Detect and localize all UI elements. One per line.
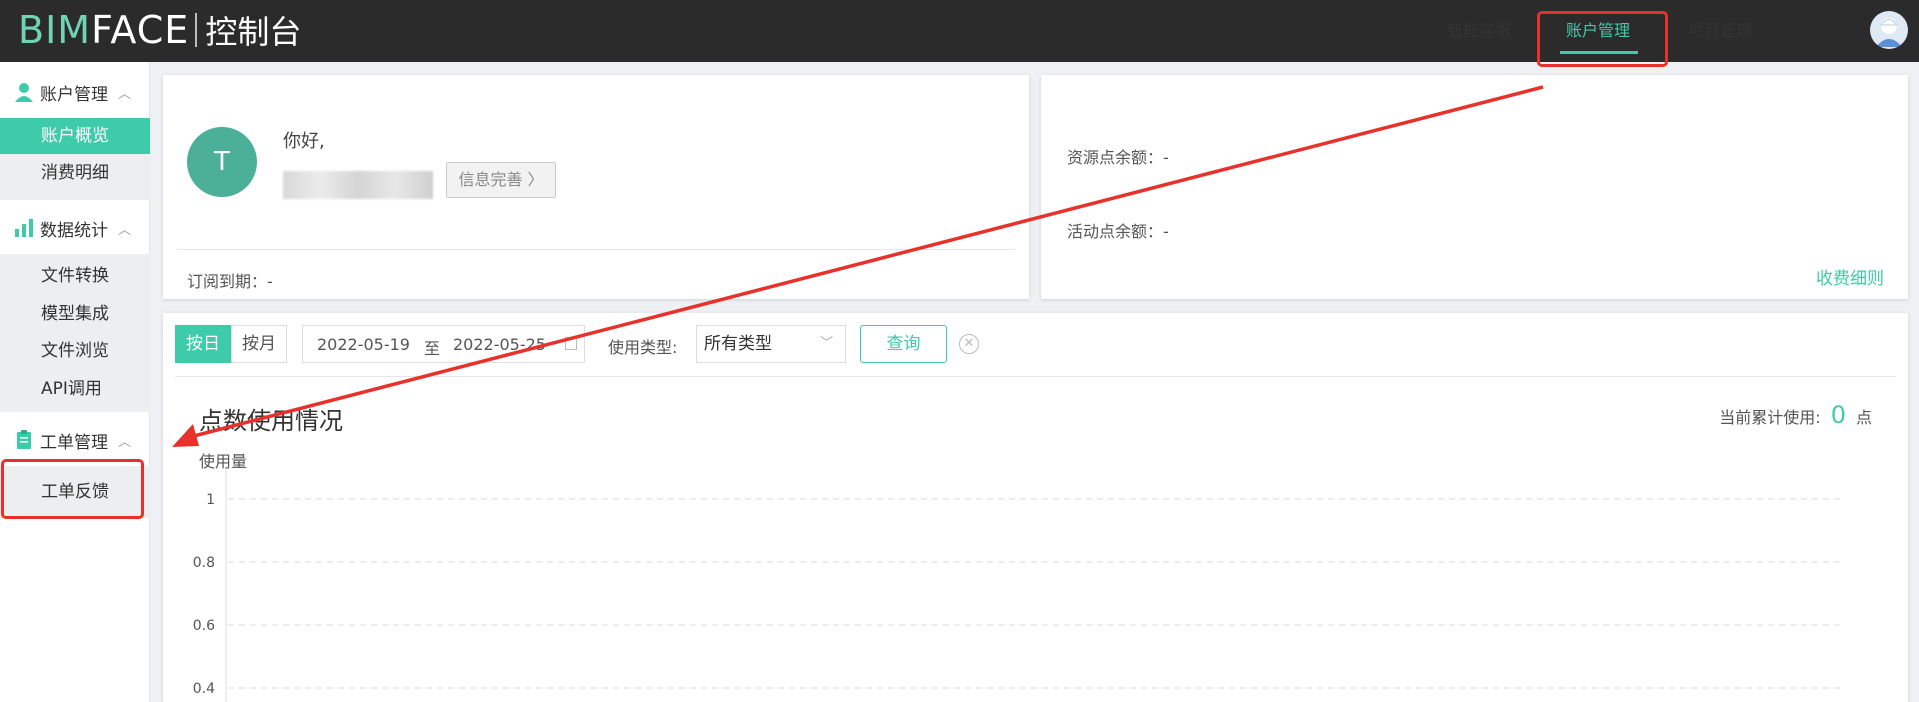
sidebar-item-consumption-detail[interactable]: 消费明细 [0, 155, 150, 191]
resource-balance-card: 资源点余额：- 活动点余额：- 收费细则 [1041, 75, 1908, 299]
sidebar-submenu-statistics: 文件转换 模型集成 文件浏览 API调用 [0, 254, 150, 412]
sidebar-item-api-call[interactable]: API调用 [0, 371, 150, 407]
logo-bim-text: BIM [18, 8, 92, 52]
logo-face-text: FACE [91, 8, 190, 52]
chevron-down-icon: ﹀ [819, 336, 833, 351]
sidebar-item-file-conversion[interactable]: 文件转换 [0, 258, 150, 294]
clear-icon[interactable]: ✕ [959, 334, 979, 354]
subscription-value: - [267, 272, 273, 291]
sidebar-group-label: 账户管理 [40, 84, 108, 105]
logo-divider [195, 13, 198, 47]
resource-balance-value: - [1163, 148, 1169, 167]
calendar-icon[interactable] [565, 337, 577, 350]
cumulative-usage-label: 当前累计使用: [1719, 408, 1821, 427]
subscription-expiry: 订阅到期：- [187, 268, 273, 292]
cumulative-usage-unit: 点 [1855, 408, 1872, 427]
nav-project-management[interactable]: 项目管理 [1688, 0, 1752, 62]
nav-smart-service[interactable]: 智能客服 [1447, 0, 1511, 62]
chevron-up-icon: ︿ [118, 86, 132, 102]
activity-balance: 活动点余额：- [1067, 218, 1169, 242]
activity-balance-value: - [1163, 222, 1169, 241]
activity-balance-label: 活动点余额： [1067, 222, 1164, 241]
date-range-separator: 至 [424, 339, 441, 358]
bimface-logo[interactable]: BIMFACE 控制台 [18, 8, 302, 52]
start-date[interactable]: 2022-05-19 [317, 335, 410, 354]
resource-balance: 资源点余额：- [1067, 144, 1169, 168]
sidebar-group-label: 数据统计 [40, 220, 108, 241]
usage-title: 点数使用情况 [199, 407, 343, 435]
chart-y-tick-label: 0.4 [193, 681, 215, 697]
redacted-username [283, 171, 433, 199]
sidebar-group-ticket[interactable]: 工单管理 ︿ [14, 425, 131, 455]
sidebar-group-account[interactable]: 账户管理 ︿ [14, 77, 131, 107]
fee-rules-link[interactable]: 收费细则 [1816, 264, 1884, 289]
filter-divider [175, 376, 1896, 377]
filter-bar: 按日 按月 2022-05-19 至 2022-05-25 使用类型: 所有类型… [163, 313, 1908, 378]
resource-balance-label: 资源点余额： [1067, 148, 1164, 167]
usage-type-select[interactable]: 所有类型 ﹀ [696, 325, 846, 363]
user-icon [14, 82, 34, 102]
chart-y-tick-label: 0.6 [193, 618, 215, 634]
sidebar-submenu-account: 账户概览 消费明细 [0, 118, 150, 200]
user-info-card: T 你好, 信息完善 〉 订阅到期：- [163, 75, 1029, 299]
highlight-box-account-nav [1537, 11, 1668, 67]
sidebar-group-statistics[interactable]: 数据统计 ︿ [14, 213, 131, 243]
console-title: 控制台 [205, 13, 302, 51]
user-avatar: T [187, 127, 257, 197]
sidebar-item-model-integration[interactable]: 模型集成 [0, 296, 150, 332]
chart-y-tick-label: 0.8 [193, 555, 215, 571]
subscription-label: 订阅到期： [187, 272, 268, 291]
by-day-button[interactable]: 按日 [175, 325, 231, 363]
cumulative-usage-value: 0 [1830, 401, 1846, 429]
usage-type-label: 使用类型: [608, 338, 678, 357]
sidebar-group-label: 工单管理 [40, 432, 108, 453]
cumulative-usage: 当前累计使用: 0 点 [1719, 401, 1872, 429]
sidebar-item-file-browse[interactable]: 文件浏览 [0, 333, 150, 369]
highlight-box-ticket-feedback [1, 459, 144, 519]
chart-y-tick-label: 1 [206, 492, 215, 508]
chevron-up-icon: ︿ [118, 434, 132, 450]
query-button[interactable]: 查询 [860, 325, 947, 363]
usage-card: 按日 按月 2022-05-19 至 2022-05-25 使用类型: 所有类型… [163, 313, 1908, 702]
usage-chart: 1 0.8 0.6 0.4 [193, 469, 1843, 702]
sidebar: 账户管理 ︿ 账户概览 消费明细 数据统计 ︿ 文件转换 模型集成 文件浏览 A… [0, 62, 150, 702]
sidebar-item-account-overview[interactable]: 账户概览 [0, 118, 150, 154]
bar-chart-icon [14, 218, 34, 238]
user-avatar-icon[interactable] [1870, 11, 1908, 49]
complete-info-button[interactable]: 信息完善 〉 [446, 162, 556, 198]
chevron-up-icon: ︿ [118, 222, 132, 238]
clipboard-icon [14, 430, 34, 450]
usage-type-value: 所有类型 [704, 334, 772, 354]
end-date[interactable]: 2022-05-25 [453, 335, 546, 354]
date-range-picker[interactable]: 2022-05-19 至 2022-05-25 [302, 325, 585, 363]
by-month-button[interactable]: 按月 [231, 325, 287, 363]
card-divider [177, 249, 1015, 250]
greeting-text: 你好, [283, 131, 325, 152]
